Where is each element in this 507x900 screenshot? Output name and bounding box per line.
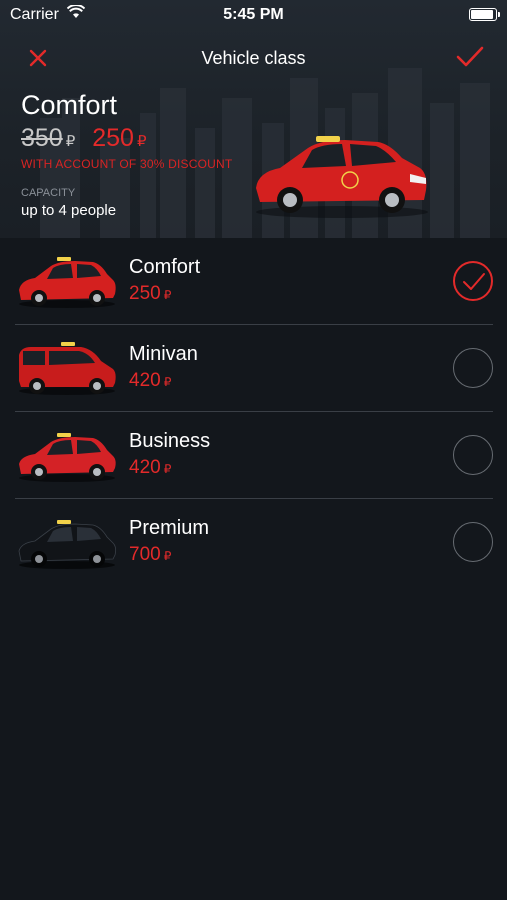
currency-symbol: ₽ — [163, 549, 172, 563]
class-price: 700 ₽ — [129, 544, 171, 566]
radio-unselected[interactable] — [453, 435, 493, 475]
class-name: Business — [129, 430, 211, 452]
discount-price: 250 — [92, 124, 134, 152]
class-name: Minivan — [129, 343, 198, 365]
checkmark-icon — [463, 273, 485, 290]
radio-unselected[interactable] — [453, 348, 493, 388]
class-price: 250 ₽ — [129, 283, 171, 305]
old-price-currency: ₽ — [65, 133, 76, 150]
currency-symbol: ₽ — [163, 288, 172, 302]
premium-car-image — [18, 520, 117, 569]
selected-price: 350 ₽ 250 ₽ — [21, 124, 146, 153]
business-car-image — [19, 433, 116, 482]
list-item-premium[interactable]: Premium 700 ₽ — [15, 499, 493, 585]
discount-note: WITH ACCOUNT OF 30% DISCOUNT — [21, 157, 233, 171]
list-item-comfort[interactable]: Comfort 250 ₽ — [15, 238, 493, 325]
page-title: Vehicle class — [201, 48, 306, 68]
battery-icon — [469, 8, 500, 21]
discount-price-currency: ₽ — [136, 133, 147, 150]
hero-header: Carrier 5:45 PM Vehicle class Comfort 35… — [0, 0, 507, 238]
currency-symbol: ₽ — [163, 375, 172, 389]
selected-car-image — [256, 136, 428, 218]
class-price: 420 ₽ — [129, 370, 171, 392]
price-value: 420 — [129, 370, 161, 391]
class-price: 420 ₽ — [129, 457, 171, 479]
class-name: Premium — [129, 517, 210, 539]
capacity-value: up to 4 people — [21, 202, 117, 219]
selected-class-name: Comfort — [21, 90, 118, 120]
comfort-car-image — [19, 257, 116, 308]
checkmark-icon[interactable] — [455, 44, 485, 70]
list-item-minivan[interactable]: Minivan 420 ₽ — [15, 325, 493, 412]
minivan-car-image — [19, 342, 116, 395]
currency-symbol: ₽ — [163, 462, 172, 476]
old-price: 350 — [21, 124, 63, 152]
price-value: 420 — [129, 457, 161, 478]
radio-selected[interactable] — [453, 261, 493, 301]
price-value: 700 — [129, 544, 161, 565]
navigation-bar: Vehicle class — [0, 40, 507, 76]
vehicle-class-list: Comfort 250 ₽ Minivan 420 ₽ Business 420… — [0, 238, 507, 585]
class-name: Comfort — [129, 256, 201, 278]
status-time: 5:45 PM — [223, 6, 284, 23]
price-value: 250 — [129, 283, 161, 304]
list-item-business[interactable]: Business 420 ₽ — [15, 412, 493, 499]
capacity-label: CAPACITY — [21, 187, 76, 199]
radio-unselected[interactable] — [453, 522, 493, 562]
status-bar: Carrier 5:45 PM — [0, 0, 507, 30]
